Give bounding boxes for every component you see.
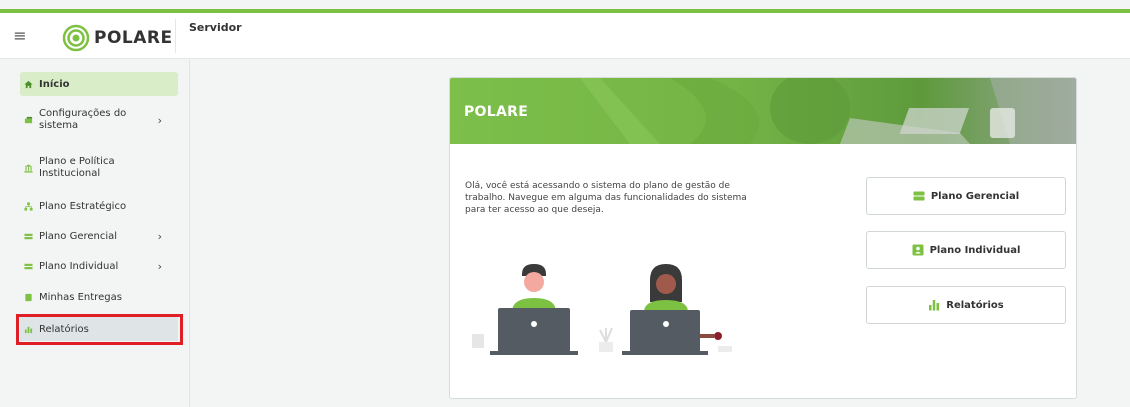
id-card-icon (912, 244, 924, 256)
banner-image (450, 78, 1076, 144)
highlight-box (16, 314, 183, 345)
chevron-right-icon: › (157, 113, 162, 127)
sidebar-item-label: Configurações do sistema (39, 108, 127, 131)
plano-individual-button[interactable]: Plano Individual (866, 231, 1066, 269)
sidebar-item-plano-politica[interactable]: Plano e Política Institucional (20, 152, 178, 184)
institution-icon (24, 163, 33, 173)
polare-logo-icon (62, 24, 90, 52)
page-context-title: Servidor (189, 21, 242, 34)
sidebar-item-label: Plano Gerencial (39, 230, 118, 242)
chevron-right-icon: › (157, 259, 162, 273)
box-icon (25, 293, 32, 301)
people-working-illustration (472, 264, 732, 355)
sidebar-item-label: Plano e Política Institucional (39, 156, 115, 179)
sidebar-item-inicio[interactable]: Início (20, 72, 178, 96)
sidebar-item-label: Minhas Entregas (39, 291, 122, 303)
welcome-banner: POLARE (450, 78, 1076, 144)
list-icon (24, 233, 33, 239)
welcome-card: POLARE Olá, você está acessando o sistem… (449, 77, 1077, 399)
brand-name: POLARE (94, 28, 173, 48)
sidebar-item-label: Plano Estratégico (39, 200, 127, 212)
sitemap-icon (24, 201, 33, 211)
sidebar-item-plano-individual[interactable]: Plano Individual › (20, 256, 178, 276)
home-icon (24, 80, 33, 88)
server-icon (913, 191, 925, 201)
plano-gerencial-button[interactable]: Plano Gerencial (866, 177, 1066, 215)
menu-toggle-icon[interactable]: ≡ (10, 27, 30, 45)
button-label: Plano Individual (929, 244, 1021, 256)
bar-chart-icon (929, 300, 940, 311)
intro-text: Olá, você está acessando o sistema do pl… (465, 181, 747, 215)
sidebar-item-configuracoes[interactable]: Configurações do sistema › (20, 104, 178, 136)
header-divider (175, 19, 176, 53)
sidebar-item-label: Início (39, 78, 70, 90)
gear-icon (24, 116, 33, 123)
sidebar: Início Configurações do sistema › Plano … (0, 60, 190, 407)
button-label: Relatórios (946, 299, 1004, 311)
sidebar-item-label: Plano Individual (39, 260, 119, 272)
chevron-right-icon: › (157, 229, 162, 243)
sidebar-item-plano-gerencial[interactable]: Plano Gerencial › (20, 226, 178, 246)
sidebar-item-minhas-entregas[interactable]: Minhas Entregas (20, 287, 178, 307)
relatorios-button[interactable]: Relatórios (866, 286, 1066, 324)
list-icon (24, 263, 33, 269)
button-label: Plano Gerencial (930, 190, 1020, 202)
brand-logo[interactable]: POLARE (62, 24, 173, 52)
app-header: ≡ POLARE Servidor (0, 13, 1130, 59)
banner-title: POLARE (464, 104, 529, 120)
sidebar-item-plano-estrategico[interactable]: Plano Estratégico (20, 196, 178, 216)
